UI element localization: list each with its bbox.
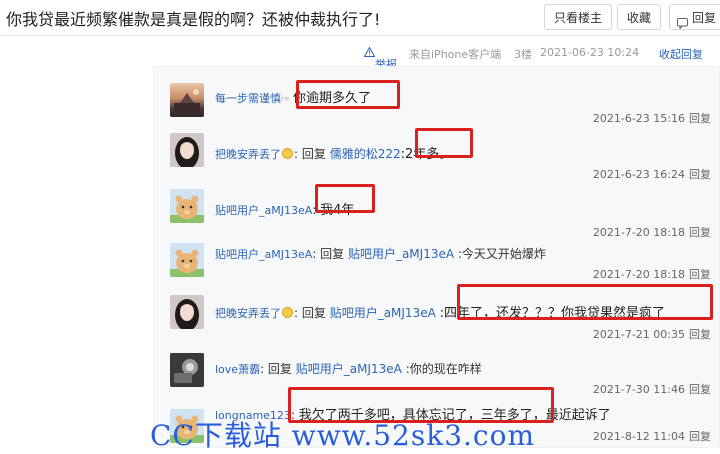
reply-target-user[interactable]: 贴吧用户_aMJ13eA (330, 306, 436, 320)
avatar[interactable] (170, 243, 204, 277)
warning-icon (363, 46, 376, 57)
reply-link[interactable]: 回复 (689, 268, 711, 281)
emoji-icon (282, 148, 293, 159)
reply-button[interactable]: 回复 (669, 4, 720, 30)
reply-prefix: : 回复 (294, 306, 330, 320)
highlight-box (296, 80, 400, 109)
highlight-box (315, 184, 375, 213)
highlight-box (457, 284, 713, 320)
reply-time: 2021-8-12 11:04 (592, 430, 685, 443)
reply-prefix: : 回复 (294, 147, 330, 161)
report-link[interactable]: 举报 (363, 46, 397, 71)
reply-text: :今天又开始爆炸 (457, 247, 546, 261)
reply-item: love萧霸: 回复 贴吧用户_aMJ13eA :你的现在咋样 2021-7-3… (154, 339, 720, 396)
reply-username[interactable]: 贴吧用户_aMJ13eA (215, 204, 312, 217)
reply-meta: 2021-7-20 18:18 回复 (593, 266, 711, 282)
thread-title: 你我贷最近频繁催款是真是假的啊？还被仲裁执行了! (6, 10, 381, 29)
reply-time: 2021-7-20 18:18 (592, 268, 685, 281)
reply-target-user[interactable]: 儒雅的松222 (330, 147, 401, 161)
reply-text: :你的现在咋样 (405, 362, 482, 376)
reply-username[interactable]: 把晚安弄丢了 (215, 148, 281, 161)
post-time: 2021-06-23 10:24 (540, 46, 640, 59)
post-meta: 举报 来自iPhone客户端 3楼 2021-06-23 10:24 收起回复 (150, 36, 720, 71)
reply-item: 每一步需谨慎ᵛⁱᵖ 你逾期多久了 2021-6-23 15:16 回复 (154, 67, 720, 125)
reply-line: love萧霸: 回复 贴吧用户_aMJ13eA :你的现在咋样 (215, 360, 482, 377)
watermark: CC下载站 www.52sk3.com (150, 419, 535, 452)
avatar[interactable] (170, 83, 204, 117)
avatar[interactable] (170, 133, 204, 167)
post-source: 来自iPhone客户端 (409, 48, 502, 61)
reply-meta: 2021-8-12 11:04 回复 (593, 428, 711, 444)
reply-item: 贴吧用户_aMJ13eA: 我4年 2021-7-20 18:18 回复 (154, 177, 720, 239)
only-op-button[interactable]: 只看楼主 (544, 4, 613, 30)
reply-username[interactable]: 把晚安弄丢了 (215, 307, 281, 320)
reply-username[interactable]: love萧霸 (215, 363, 260, 376)
reply-target-user[interactable]: 贴吧用户_aMJ13eA (296, 362, 402, 376)
reply-prefix: : 回复 (312, 247, 348, 261)
collapse-replies-link[interactable]: 收起回复 (659, 46, 703, 62)
avatar[interactable] (170, 189, 204, 223)
collect-button[interactable]: 收藏 (617, 4, 662, 30)
reply-username[interactable]: 每一步需谨慎 (215, 92, 281, 105)
reply-target-user[interactable]: 贴吧用户_aMJ13eA (348, 247, 454, 261)
reply-username[interactable]: 贴吧用户_aMJ13eA (215, 248, 312, 261)
vip-icon: ᵛⁱᵖ (281, 95, 290, 104)
highlight-box (415, 128, 473, 158)
reply-button-label: 回复 (692, 11, 717, 25)
avatar[interactable] (170, 295, 204, 329)
floor-number: 3楼 (514, 48, 532, 61)
comment-icon (677, 12, 688, 38)
emoji-icon (282, 307, 293, 318)
reply-item: 贴吧用户_aMJ13eA: 回复 贴吧用户_aMJ13eA :今天又开始爆炸 2… (154, 231, 720, 285)
avatar[interactable] (170, 353, 204, 387)
author-column (0, 36, 150, 448)
reply-prefix: : 回复 (260, 362, 296, 376)
thread-header: 你我贷最近频繁催款是真是假的啊？还被仲裁执行了! 只看楼主 收藏 回复 (0, 0, 720, 36)
reply-link[interactable]: 回复 (689, 430, 711, 443)
reply-line: 贴吧用户_aMJ13eA: 回复 贴吧用户_aMJ13eA :今天又开始爆炸 (215, 245, 546, 262)
